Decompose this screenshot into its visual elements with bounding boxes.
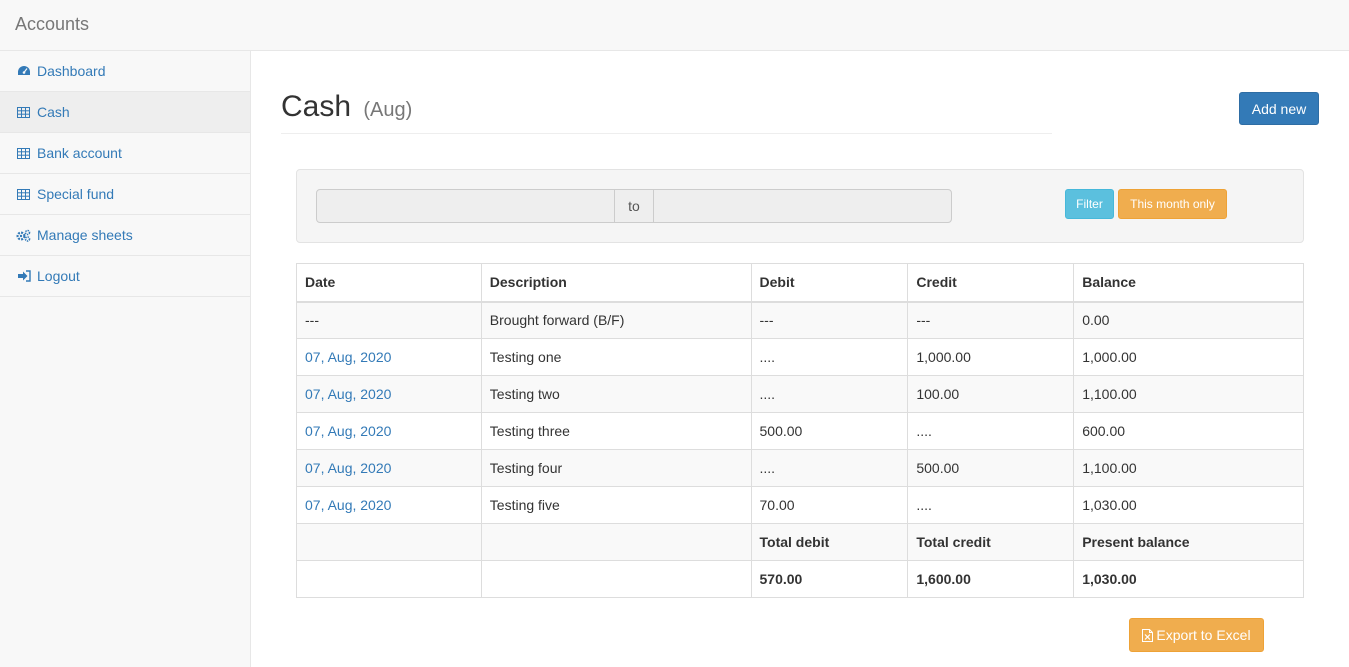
logout-icon — [15, 269, 32, 283]
cell-date-link[interactable]: 07, Aug, 2020 — [296, 412, 482, 450]
app-brand[interactable]: Accounts — [15, 14, 89, 35]
sidebar-item-label: Manage sheets — [37, 227, 133, 243]
totals-value-row: 570.00 1,600.00 1,030.00 — [296, 560, 1304, 598]
column-header-balance: Balance — [1073, 263, 1304, 303]
sidebar-item-bank-account[interactable]: Bank account — [0, 133, 250, 174]
cell-balance: 1,030.00 — [1073, 486, 1304, 524]
totals-label-row: Total debit Total credit Present balance — [296, 523, 1304, 561]
filter-panel: to Filter This month only — [296, 169, 1304, 243]
table-icon — [15, 105, 32, 119]
date-range-group: to — [316, 189, 952, 223]
total-credit-label: Total credit — [907, 523, 1075, 561]
cash-ledger-table: Date Description Debit Credit Balance --… — [296, 263, 1304, 598]
cell-debit: .... — [750, 375, 909, 413]
date-from-input[interactable] — [316, 189, 615, 223]
cell-credit: 100.00 — [907, 375, 1075, 413]
column-header-credit: Credit — [907, 263, 1075, 303]
cell-credit: 500.00 — [907, 449, 1075, 487]
column-header-debit: Debit — [750, 263, 909, 303]
cell-debit: 500.00 — [750, 412, 909, 450]
cell-date-link[interactable]: 07, Aug, 2020 — [296, 449, 482, 487]
cell-description: Testing five — [480, 486, 752, 524]
sidebar-item-manage-sheets[interactable]: Manage sheets — [0, 215, 250, 256]
sidebar: Dashboard Cash Bank account Special fund… — [0, 51, 251, 667]
sidebar-item-label: Logout — [37, 268, 80, 284]
cell-credit: .... — [907, 486, 1075, 524]
cell-credit: 1,000.00 — [907, 338, 1075, 376]
cell-balance: 1,100.00 — [1073, 449, 1304, 487]
cell-debit: --- — [750, 301, 909, 339]
cell-description: Testing two — [480, 375, 752, 413]
total-debit-label: Total debit — [750, 523, 909, 561]
cell-description: Testing one — [480, 338, 752, 376]
cell-empty — [296, 560, 482, 598]
total-credit-value: 1,600.00 — [907, 560, 1075, 598]
cell-empty — [480, 523, 752, 561]
cell-date-link[interactable]: 07, Aug, 2020 — [296, 486, 482, 524]
cell-empty — [480, 560, 752, 598]
sidebar-item-logout[interactable]: Logout — [0, 256, 250, 297]
date-to-input[interactable] — [653, 189, 952, 223]
column-header-description: Description — [480, 263, 752, 303]
cell-date: --- — [296, 301, 482, 339]
table-row: 07, Aug, 2020 Testing five 70.00 .... 1,… — [296, 486, 1304, 524]
cell-credit: --- — [907, 301, 1075, 339]
table-row: 07, Aug, 2020 Testing three 500.00 .... … — [296, 412, 1304, 450]
cogs-icon — [15, 228, 32, 242]
cell-empty — [296, 523, 482, 561]
main-content: Cash (Aug) Add new to Filter This month … — [251, 51, 1349, 667]
table-row: 07, Aug, 2020 Testing two .... 100.00 1,… — [296, 375, 1304, 413]
table-icon — [15, 187, 32, 201]
sidebar-item-label: Bank account — [37, 145, 122, 161]
table-row: --- Brought forward (B/F) --- --- 0.00 — [296, 301, 1304, 339]
cell-balance: 1,100.00 — [1073, 375, 1304, 413]
top-navbar: Accounts — [0, 0, 1349, 51]
cell-description: Testing four — [480, 449, 752, 487]
cell-description: Testing three — [480, 412, 752, 450]
cell-balance: 1,000.00 — [1073, 338, 1304, 376]
page-header: Cash (Aug) — [281, 89, 1052, 134]
cell-credit: .... — [907, 412, 1075, 450]
dashboard-icon — [15, 64, 32, 78]
export-to-excel-button[interactable]: Export to Excel — [1129, 618, 1264, 652]
table-icon — [15, 146, 32, 160]
cell-description: Brought forward (B/F) — [480, 301, 752, 339]
total-debit-value: 570.00 — [750, 560, 909, 598]
this-month-only-button[interactable]: This month only — [1118, 189, 1227, 219]
cell-balance: 0.00 — [1073, 301, 1304, 339]
sidebar-item-dashboard[interactable]: Dashboard — [0, 51, 250, 92]
sidebar-item-label: Dashboard — [37, 63, 106, 79]
sidebar-item-label: Cash — [37, 104, 70, 120]
page-title-text: Cash — [281, 90, 352, 123]
cell-debit: .... — [750, 338, 909, 376]
present-balance-label: Present balance — [1073, 523, 1304, 561]
range-to-label: to — [615, 189, 653, 223]
cell-debit: .... — [750, 449, 909, 487]
cell-date-link[interactable]: 07, Aug, 2020 — [296, 338, 482, 376]
table-header-row: Date Description Debit Credit Balance — [296, 263, 1304, 303]
sidebar-item-cash[interactable]: Cash — [0, 92, 250, 133]
table-row: 07, Aug, 2020 Testing one .... 1,000.00 … — [296, 338, 1304, 376]
page-subtitle: (Aug) — [363, 99, 413, 121]
table-row: 07, Aug, 2020 Testing four .... 500.00 1… — [296, 449, 1304, 487]
cell-balance: 600.00 — [1073, 412, 1304, 450]
file-excel-icon — [1142, 628, 1154, 642]
sidebar-item-special-fund[interactable]: Special fund — [0, 174, 250, 215]
sidebar-item-label: Special fund — [37, 186, 115, 202]
add-new-button[interactable]: Add new — [1239, 92, 1319, 125]
export-button-label: Export to Excel — [1156, 627, 1251, 643]
column-header-date: Date — [296, 263, 482, 303]
filter-button[interactable]: Filter — [1065, 189, 1114, 219]
cell-date-link[interactable]: 07, Aug, 2020 — [296, 375, 482, 413]
present-balance-value: 1,030.00 — [1073, 560, 1304, 598]
page-title: Cash (Aug) — [281, 89, 1052, 128]
cell-debit: 70.00 — [750, 486, 909, 524]
